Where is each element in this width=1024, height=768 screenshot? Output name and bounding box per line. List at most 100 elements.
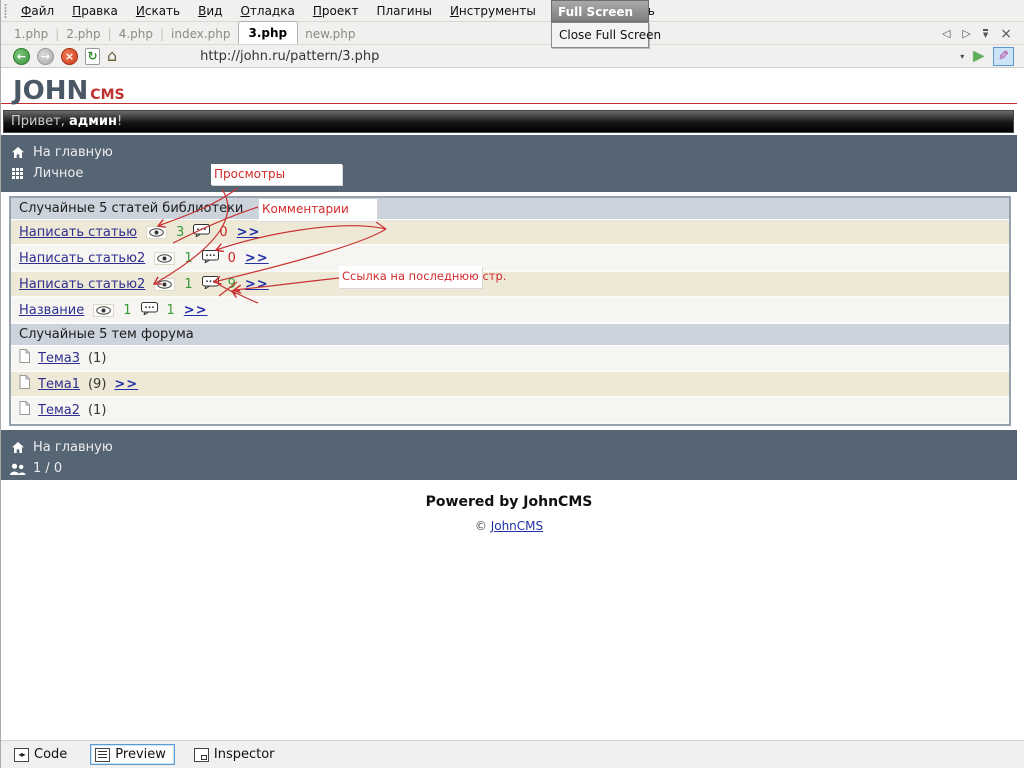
fullscreen-dropdown: Close Full Screen	[551, 22, 649, 48]
edit-pencil-icon[interactable]: ✎	[993, 47, 1014, 66]
home-icon[interactable]: ⌂	[107, 48, 117, 64]
nav-item-label: На главную	[33, 440, 113, 455]
nav-item[interactable]: 1 / 0	[9, 458, 1017, 479]
nav-item[interactable]: На главную	[9, 142, 1017, 163]
browser-toolbar: ← → × ↻ ⌂ http://john.ru/pattern/3.php ▾…	[1, 45, 1024, 68]
view-tab-code[interactable]: ◂▸ Code	[9, 744, 76, 765]
copyright-line: © JohnCMS	[1, 519, 1017, 533]
comment-icon	[141, 302, 158, 319]
logo-divider	[1, 103, 1017, 104]
topic-post-count: (1)	[88, 351, 106, 366]
article-row: Написать статью219>>	[11, 272, 1009, 298]
view-tab-label: Inspector	[214, 747, 275, 762]
last-page-link[interactable]: >>	[245, 251, 269, 266]
tab-scroll-right-icon[interactable]: ▷	[962, 27, 970, 40]
run-icon[interactable]: ▶	[973, 48, 984, 64]
article-link[interactable]: Написать статью	[19, 225, 137, 240]
forum-topic-link[interactable]: Тема2	[38, 403, 80, 418]
copyright-link[interactable]: JohnCMS	[491, 519, 543, 533]
users-icon	[9, 463, 26, 475]
topic-post-count: (9)	[88, 377, 106, 392]
menu-item-плагины[interactable]: Плагины	[367, 1, 440, 21]
address-text[interactable]: http://john.ru/pattern/3.php	[200, 49, 379, 64]
menu-item-отладка[interactable]: Отладка	[231, 1, 303, 21]
editor-tab-4.php[interactable]: 4.php	[112, 23, 160, 44]
view-tab-label: Preview	[115, 747, 166, 762]
view-tab-label: Code	[34, 747, 67, 762]
logo-john-text: JOHN	[13, 76, 88, 106]
menu-item-искать[interactable]: Искать	[127, 1, 189, 21]
forward-icon[interactable]: →	[37, 48, 54, 65]
fullscreen-menu: Full Screen Close Full Screen	[551, 0, 649, 48]
menu-item-файл[interactable]: Файл	[12, 1, 63, 21]
tab-close-icon[interactable]: ×	[1000, 28, 1012, 40]
tab-list-icon[interactable]: ▼	[983, 29, 988, 38]
page-icon	[19, 349, 30, 367]
nav-item-label: Личное	[33, 166, 83, 181]
back-icon[interactable]: ←	[13, 48, 30, 65]
eye-icon	[93, 304, 114, 317]
page-icon	[19, 401, 30, 419]
view-tab-inspector[interactable]: Inspector	[189, 744, 284, 765]
menu-item-проект[interactable]: Проект	[304, 1, 368, 21]
editor-tab-new.php[interactable]: new.php	[298, 23, 362, 44]
article-row: Название 1 1 >>	[11, 298, 1009, 324]
stop-icon[interactable]: ×	[61, 48, 78, 65]
code-icon: ◂▸	[14, 748, 29, 762]
preview-pane: JOHNCMS Привет, админ! На главнуюЛичное …	[1, 68, 1024, 740]
tab-scroll-left-icon[interactable]: ◁	[942, 27, 950, 40]
last-page-link[interactable]: >>	[237, 225, 261, 240]
menu-bar: ФайлПравкаИскатьВидОтладкаПроектПлагиныИ…	[1, 0, 1024, 22]
tab-controls: ◁ ▷ ▼ ×	[942, 27, 1024, 44]
views-count: 1	[123, 303, 131, 318]
menu-item-правка[interactable]: Правка	[63, 1, 127, 21]
forum-topic-row: Тема1 (9) >>	[11, 372, 1009, 398]
dropdown-caret-icon[interactable]: ▾	[960, 52, 964, 61]
annotation-lastpage-label: Ссылка на последнюю стр.	[339, 266, 482, 288]
articles-list: Написать статью30>>Написать статью210>>Н…	[11, 220, 1009, 324]
greeting-bar: Привет, админ!	[3, 110, 1014, 133]
forum-list: Тема3 (1) Тема1 (9) >> Тема2(1)	[11, 346, 1009, 424]
editor-tab-2.php[interactable]: 2.php	[59, 23, 107, 44]
inspector-icon	[194, 748, 209, 762]
annotation-views-label: Просмотры	[211, 164, 342, 185]
nav-item[interactable]: Личное	[9, 163, 1017, 184]
comments-count: 1	[167, 303, 175, 318]
last-page-link[interactable]: >>	[184, 303, 208, 318]
refresh-icon[interactable]: ↻	[85, 48, 100, 65]
forum-topic-row: Тема2(1)	[11, 398, 1009, 424]
pencil-glyph: ✎	[998, 48, 1009, 65]
editor-tab-3.php[interactable]: 3.php	[238, 21, 299, 44]
menu-item-инструменты[interactable]: Инструменты	[441, 1, 545, 21]
greeting-prefix: Привет,	[11, 114, 69, 129]
article-link[interactable]: Написать статью2	[19, 251, 145, 266]
toolbar-grip-icon[interactable]	[3, 3, 8, 19]
menu-item-close-fullscreen[interactable]: Close Full Screen	[553, 24, 647, 46]
views-count: 1	[184, 251, 192, 266]
article-link[interactable]: Написать статью2	[19, 277, 145, 292]
views-count: 1	[184, 277, 192, 292]
views-count: 3	[176, 225, 184, 240]
eye-icon	[146, 226, 167, 239]
greeting-username: админ	[69, 114, 117, 129]
editor-tab-1.php[interactable]: 1.php	[7, 23, 55, 44]
forum-topic-link[interactable]: Тема3	[38, 351, 80, 366]
view-tab-preview[interactable]: Preview	[90, 744, 175, 765]
comment-icon	[202, 250, 219, 267]
fullscreen-button[interactable]: Full Screen	[551, 0, 649, 22]
home-icon	[9, 146, 26, 159]
article-link[interactable]: Название	[19, 303, 84, 318]
last-page-link[interactable]: >>	[245, 277, 269, 292]
view-switcher-tabs: ◂▸ Code Preview Inspector	[9, 744, 284, 765]
editor-tab-index.php[interactable]: index.php	[164, 23, 237, 44]
content-box: Случайные 5 статей библиотеки Написать с…	[9, 196, 1011, 426]
last-page-link[interactable]: >>	[114, 377, 138, 392]
article-row: Написать статью30>>	[11, 220, 1009, 246]
forum-topic-link[interactable]: Тема1	[38, 377, 80, 392]
menu-item-вид[interactable]: Вид	[189, 1, 231, 21]
forum-topic-row: Тема3 (1)	[11, 346, 1009, 372]
comments-count: 0	[228, 251, 236, 266]
view-switcher: ◂▸ Code Preview Inspector	[1, 740, 1024, 768]
nav-item[interactable]: На главную	[9, 437, 1017, 458]
forum-section-header: Случайные 5 тем форума	[11, 324, 1009, 346]
